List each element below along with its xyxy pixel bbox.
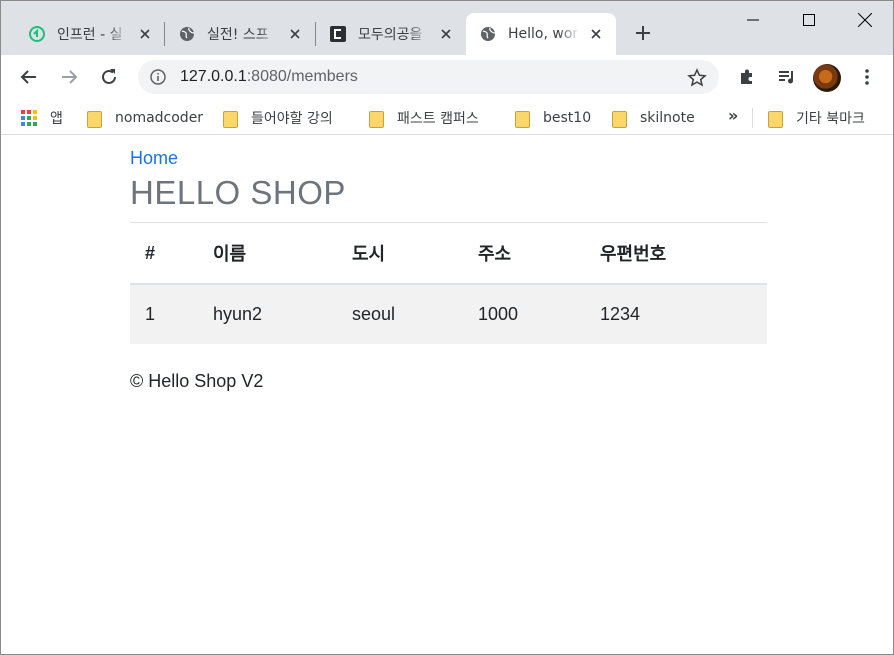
back-button[interactable]	[15, 63, 43, 91]
table-header-row: # 이름 도시 주소 우편번호	[130, 223, 767, 285]
forward-button[interactable]	[55, 63, 83, 91]
page-title: HELLO SHOP	[130, 174, 346, 211]
tab-inflearn[interactable]: 인프런 - 실	[15, 13, 165, 55]
bookmark-label: best10	[543, 110, 592, 126]
bookmark-folder[interactable]: skilnote	[612, 108, 695, 128]
maximize-button[interactable]	[781, 1, 837, 39]
cell-city: seoul	[352, 304, 396, 324]
folder-icon	[612, 110, 627, 128]
bookmark-label: skilnote	[640, 110, 695, 126]
bookmark-label: 패스트 캠퍼스	[397, 111, 479, 127]
globe-icon	[179, 26, 195, 42]
puzzle-icon	[741, 69, 752, 84]
extensions-button[interactable]	[733, 63, 761, 91]
column-header-city: 도시	[352, 223, 478, 285]
modu-icon	[330, 26, 346, 42]
url-path: :8080/members	[246, 68, 358, 85]
folder-icon	[768, 110, 783, 128]
url-text[interactable]: 127.0.0.1:8080/members	[180, 68, 358, 86]
close-icon[interactable]	[438, 26, 454, 42]
tab-title: Hello, wor	[508, 26, 579, 42]
close-icon[interactable]	[137, 26, 153, 42]
minimize-button[interactable]	[725, 1, 781, 39]
bookmark-label: 앱	[50, 111, 63, 127]
profile-avatar[interactable]	[813, 64, 841, 92]
url-host: 127.0.0.1	[180, 68, 247, 85]
close-icon	[858, 13, 872, 27]
tab-title: 인프런 - 실	[57, 27, 123, 43]
address-bar[interactable]: 127.0.0.1:8080/members	[138, 60, 719, 94]
minimize-icon	[747, 19, 759, 21]
plus-icon	[636, 26, 650, 40]
close-icon[interactable]	[287, 26, 303, 42]
page-footer: © Hello Shop V2	[130, 371, 264, 391]
browser-window: 인프런 - 실 실전! 스프 모두의공을 Hello, wor 127.0.0.…	[0, 0, 894, 655]
tab-title: 모두의공을	[358, 27, 423, 43]
folder-icon	[369, 110, 384, 128]
tab-title: 실전! 스프	[207, 27, 269, 43]
bookmark-folder[interactable]: best10	[515, 108, 591, 128]
more-vert-icon	[865, 69, 869, 85]
media-button[interactable]	[773, 63, 801, 91]
bookmark-label: 기타 북마크	[796, 111, 865, 127]
tab-strip: 인프런 - 실 실전! 스프 모두의공을 Hello, wor	[1, 1, 893, 55]
new-tab-button[interactable]	[631, 21, 655, 45]
table-row: 1 hyun2 seoul 1000 1234	[130, 284, 767, 344]
menu-button[interactable]	[853, 63, 881, 91]
globe-icon	[480, 26, 496, 42]
tab-hello-world[interactable]: Hello, wor	[466, 13, 616, 55]
members-table: # 이름 도시 주소 우편번호 1 hyun2 seoul 1000 1234	[130, 223, 767, 344]
column-header-name: 이름	[213, 223, 352, 285]
cell-name: hyun2	[213, 304, 263, 324]
playlist-icon	[779, 71, 793, 84]
column-header-street: 주소	[478, 223, 600, 285]
column-header-id: #	[130, 223, 213, 285]
bookmarks-divider	[752, 108, 753, 128]
cell-id: 1	[145, 304, 156, 324]
reload-button[interactable]	[95, 63, 123, 91]
bookmark-folder[interactable]: 들어야할 강의	[223, 108, 333, 128]
maximize-icon	[803, 14, 815, 26]
bookmarks-overflow-button[interactable]: »	[728, 106, 738, 125]
cell-zipcode: 1234	[600, 304, 641, 324]
bookmark-folder[interactable]: 패스트 캠퍼스	[369, 108, 479, 128]
reload-icon	[102, 69, 116, 84]
column-header-zipcode: 우편번호	[600, 223, 767, 285]
page-content: Home HELLO SHOP # 이름 도시 주소 우편번호 1 hyun2 …	[1, 140, 893, 654]
browser-toolbar: 127.0.0.1:8080/members	[1, 55, 893, 99]
bookmarks-bar: 앱 nomadcoder 들어야할 강의 패스트 캠퍼스 best10 skil…	[1, 99, 893, 135]
star-icon[interactable]	[687, 68, 707, 88]
home-link[interactable]: Home	[130, 148, 178, 169]
arrow-right-icon	[62, 70, 78, 84]
arrow-left-icon	[20, 70, 36, 84]
bookmark-label: nomadcoder	[115, 110, 204, 126]
bookmark-label: 들어야할 강의	[251, 111, 333, 127]
bookmark-apps[interactable]: 앱	[21, 108, 63, 128]
close-window-button[interactable]	[837, 1, 893, 39]
cell-street: 1000	[478, 304, 519, 324]
apps-icon	[21, 110, 37, 126]
info-icon[interactable]	[150, 69, 166, 85]
folder-icon	[87, 110, 102, 128]
folder-icon	[223, 110, 238, 128]
inflearn-icon	[29, 26, 45, 42]
close-icon[interactable]	[588, 26, 604, 42]
folder-icon	[515, 110, 530, 128]
tab-modu[interactable]: 모두의공을	[316, 13, 466, 55]
tab-spring[interactable]: 실전! 스프	[165, 13, 315, 55]
bookmark-other[interactable]: 기타 북마크	[768, 108, 865, 128]
bookmark-folder[interactable]: nomadcoder	[87, 108, 203, 128]
